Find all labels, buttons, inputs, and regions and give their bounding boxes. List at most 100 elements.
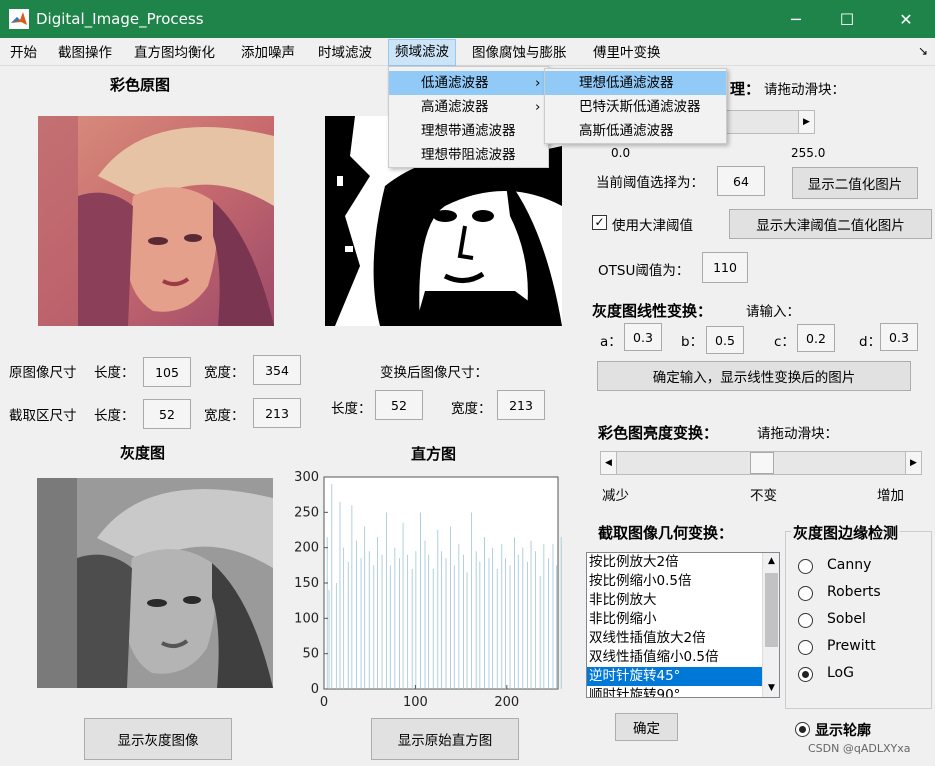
x-tick-label: 0 bbox=[320, 695, 328, 710]
show-binary-button[interactable]: 显示二值化图片 bbox=[792, 167, 918, 199]
y-tick-label: 250 bbox=[294, 505, 319, 520]
menu-hist-eq[interactable]: 直方图均衡化 bbox=[132, 42, 217, 64]
lowpass-submenu: 理想低通滤波器 巴特沃斯低通滤波器 高斯低通滤波器 bbox=[544, 68, 727, 144]
menu-start[interactable]: 开始 bbox=[8, 42, 39, 64]
y-tick-label: 100 bbox=[294, 611, 319, 626]
otsu-checkbox[interactable]: ✓ bbox=[592, 215, 607, 230]
menu-crop[interactable]: 截图操作 bbox=[56, 42, 114, 64]
maximize-button[interactable]: ☐ bbox=[824, 0, 870, 38]
menu-time-filter[interactable]: 时域滤波 bbox=[316, 42, 374, 64]
scroll-up-icon[interactable]: ▲ bbox=[763, 553, 779, 570]
menu-item-label: 低通滤波器 bbox=[421, 75, 489, 91]
otsu-value-field[interactable]: 110 bbox=[702, 252, 748, 283]
threshold-min: 0.0 bbox=[611, 146, 631, 160]
gray-image bbox=[37, 478, 273, 688]
brightness-slider[interactable]: ◀ ▶ bbox=[600, 451, 922, 475]
y-tick-label: 0 bbox=[311, 682, 319, 697]
slider-right-arrow-icon[interactable]: ▶ bbox=[798, 111, 814, 133]
trans-length-field[interactable]: 52 bbox=[375, 390, 423, 420]
edge-radio-canny[interactable] bbox=[798, 559, 813, 574]
menu-item-gaussian-lowpass[interactable]: 高斯低通滤波器 bbox=[545, 119, 726, 143]
trans-width-field[interactable]: 213 bbox=[497, 390, 545, 420]
list-item[interactable]: 顺时针旋转90° bbox=[587, 686, 762, 697]
edge-radio-prewitt[interactable] bbox=[798, 640, 813, 655]
menu-item-label: 高斯低通滤波器 bbox=[579, 123, 674, 139]
param-c-field[interactable]: 0.2 bbox=[797, 324, 835, 352]
edge-option-label: LoG bbox=[827, 665, 854, 681]
list-item[interactable]: 双线性插值放大2倍 bbox=[587, 629, 762, 648]
edge-option-label: Sobel bbox=[827, 611, 866, 627]
current-threshold-field[interactable]: 64 bbox=[717, 166, 765, 196]
histogram-chart: 0 50 100 150 200 250 300 0 100 200 bbox=[294, 470, 562, 710]
edge-radio-log[interactable] bbox=[798, 667, 813, 682]
contour-radio[interactable] bbox=[795, 722, 810, 737]
menu-item-butterworth-lowpass[interactable]: 巴特沃斯低通滤波器 bbox=[545, 95, 726, 119]
list-item[interactable]: 按比例缩小0.5倍 bbox=[587, 572, 762, 591]
menu-item-label: 高通滤波器 bbox=[421, 99, 489, 115]
brightness-mid-label: 不变 bbox=[750, 488, 777, 504]
list-item[interactable]: 非比例放大 bbox=[587, 591, 762, 610]
geometry-listbox[interactable]: 按比例放大2倍 按比例缩小0.5倍 非比例放大 非比例缩小 双线性插值放大2倍 双线性插值… bbox=[586, 552, 780, 698]
edge-option-label: Canny bbox=[827, 557, 872, 573]
param-b-label: b： bbox=[681, 334, 704, 350]
orig-width-field[interactable]: 354 bbox=[253, 355, 301, 385]
toolbar-arrow-icon[interactable]: ↘ bbox=[918, 44, 928, 58]
show-gray-button[interactable]: 显示灰度图像 bbox=[84, 718, 232, 760]
minimize-button[interactable]: ─ bbox=[773, 0, 819, 38]
menu-item-highpass[interactable]: 高通滤波器 › bbox=[389, 95, 548, 119]
linear-hint: 请输入： bbox=[746, 304, 800, 320]
title-bar: Digital_Image_Process ─ ☐ ✕ bbox=[0, 0, 935, 38]
histogram-title: 直方图 bbox=[411, 445, 457, 463]
param-b-field[interactable]: 0.5 bbox=[706, 326, 744, 354]
menu-item-bandstop[interactable]: 理想带阻滤波器 bbox=[389, 143, 548, 167]
menu-freq-filter[interactable]: 频域滤波 bbox=[388, 39, 456, 66]
linear-title: 灰度图线性变换： bbox=[592, 302, 713, 320]
close-button[interactable]: ✕ bbox=[883, 0, 929, 38]
crop-length-field[interactable]: 52 bbox=[143, 399, 191, 429]
crop-width-label: 宽度： bbox=[204, 408, 245, 424]
y-tick-label: 150 bbox=[294, 576, 319, 591]
menu-morphology[interactable]: 图像腐蚀与膨胀 bbox=[470, 42, 569, 64]
y-tick-label: 300 bbox=[294, 470, 319, 485]
orig-length-field[interactable]: 105 bbox=[143, 357, 191, 387]
brightness-thumb[interactable] bbox=[750, 452, 774, 474]
linear-apply-button[interactable]: 确定输入，显示线性变换后的图片 bbox=[597, 361, 911, 391]
show-otsu-button[interactable]: 显示大津阈值二值化图片 bbox=[729, 209, 932, 239]
geometry-ok-button[interactable]: 确定 bbox=[615, 713, 678, 741]
menu-item-label: 理想带阻滤波器 bbox=[421, 147, 516, 163]
menu-item-ideal-lowpass[interactable]: 理想低通滤波器 bbox=[545, 71, 726, 95]
scroll-down-icon[interactable]: ▼ bbox=[763, 680, 779, 697]
menu-fourier[interactable]: 傅里叶变换 bbox=[591, 42, 663, 64]
binary-drag-hint: 请拖动滑块： bbox=[764, 82, 845, 98]
color-image bbox=[38, 116, 274, 326]
menu-item-lowpass[interactable]: 低通滤波器 › bbox=[389, 71, 548, 95]
menu-noise[interactable]: 添加噪声 bbox=[239, 42, 297, 64]
param-d-field[interactable]: 0.3 bbox=[880, 323, 918, 351]
slider-right-arrow-icon[interactable]: ▶ bbox=[905, 452, 921, 474]
edge-radio-sobel[interactable] bbox=[798, 613, 813, 628]
listbox-scrollbar[interactable]: ▲ ▼ bbox=[762, 553, 779, 697]
show-hist-button[interactable]: 显示原始直方图 bbox=[371, 718, 519, 760]
crop-length-label: 长度： bbox=[94, 408, 135, 424]
list-item[interactable]: 非比例缩小 bbox=[587, 610, 762, 629]
list-item[interactable]: 逆时针旋转45° bbox=[587, 667, 762, 686]
trans-width-label: 宽度： bbox=[451, 401, 492, 417]
param-a-field[interactable]: 0.3 bbox=[624, 323, 662, 351]
edge-title: 灰度图边缘检测 bbox=[791, 522, 901, 543]
submenu-arrow-icon: › bbox=[535, 99, 541, 115]
list-item[interactable]: 按比例放大2倍 bbox=[587, 553, 762, 572]
edge-radio-roberts[interactable] bbox=[798, 586, 813, 601]
slider-left-arrow-icon[interactable]: ◀ bbox=[601, 452, 617, 474]
edge-option-label: Prewitt bbox=[827, 638, 876, 654]
list-item[interactable]: 双线性插值缩小0.5倍 bbox=[587, 648, 762, 667]
scroll-thumb[interactable] bbox=[765, 573, 778, 647]
param-a-label: a： bbox=[600, 334, 622, 350]
brightness-hint: 请拖动滑块： bbox=[757, 426, 838, 442]
menu-item-bandpass[interactable]: 理想带通滤波器 bbox=[389, 119, 548, 143]
param-c-label: c： bbox=[774, 334, 795, 350]
orig-size-label: 原图像尺寸 bbox=[9, 365, 77, 381]
crop-size-label: 截取区尺寸 bbox=[9, 408, 77, 424]
y-tick-label: 200 bbox=[294, 541, 319, 556]
crop-width-field[interactable]: 213 bbox=[253, 398, 301, 428]
x-tick-label: 100 bbox=[403, 695, 428, 710]
